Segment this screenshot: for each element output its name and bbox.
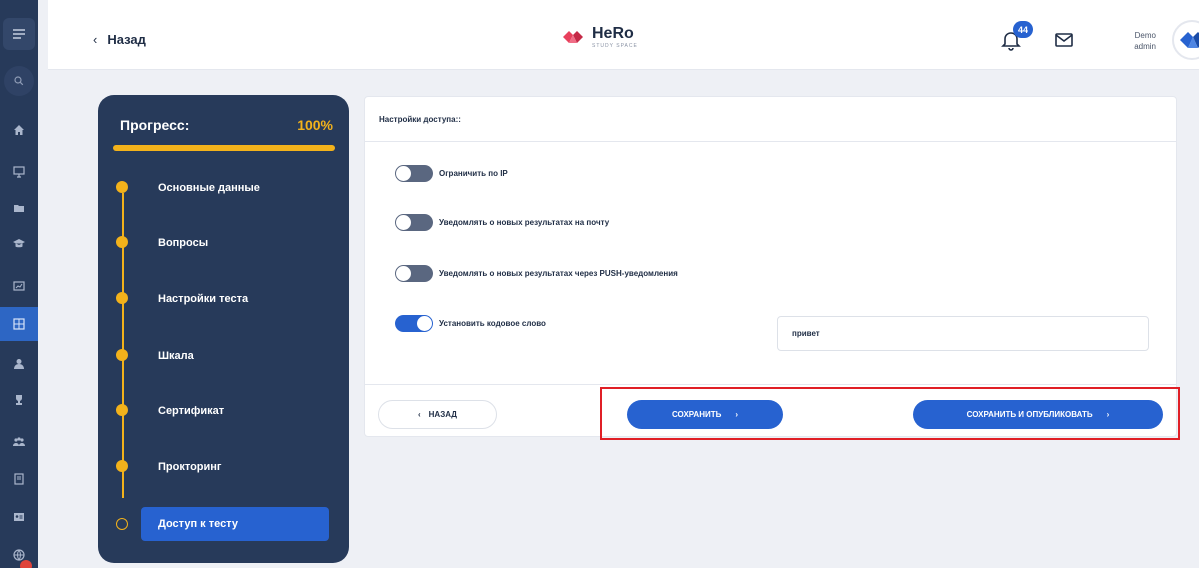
users-icon[interactable] [0,425,38,459]
chevron-left-icon: ‹ [93,32,98,47]
logo[interactable]: HeRo STUDY SPACE [560,24,638,50]
step-test-access[interactable]: Доступ к тесту [141,507,329,541]
user-name-line2: admin [1134,42,1156,51]
graduation-cap-icon[interactable] [0,227,38,261]
toggle-restrict-ip[interactable]: Ограничить по IP [395,165,508,182]
progress-bar [113,145,335,151]
step-dot-current [116,518,128,530]
divider [365,141,1176,142]
toggle-switch[interactable] [395,165,433,182]
mail-icon[interactable] [1055,33,1073,47]
step-scale[interactable]: Шкала [158,350,194,362]
monitor-icon[interactable] [0,155,38,189]
back-button-label: НАЗАД [428,410,457,419]
toggle-notify-email[interactable]: Уведомлять о новых результатах на почту [395,214,609,231]
avatar-logo-icon [1180,32,1199,48]
access-settings-card: Настройки доступа:: Ограничить по IP Уве… [364,96,1177,437]
step-dot [116,460,128,472]
card-title: Настройки доступа:: [379,115,461,124]
highlight-box [600,387,1180,440]
header-back-label: Назад [107,32,146,47]
step-proctoring[interactable]: Прокторинг [158,461,222,473]
hero-logo-icon [563,31,583,43]
user-name[interactable]: Demo admin [1126,30,1156,52]
trophy-icon[interactable] [0,383,38,417]
toggle-label: Ограничить по IP [439,169,508,178]
progress-percent: 100% [297,117,333,133]
globe-icon[interactable] [0,538,38,568]
toggle-label: Установить кодовое слово [439,319,546,328]
toggle-switch[interactable] [395,265,433,282]
id-card-icon[interactable] [0,500,38,534]
toggle-switch[interactable] [395,214,433,231]
code-word-input[interactable] [777,316,1149,351]
logo-name: HeRo [592,24,634,42]
header: ‹ Назад HeRo STUDY SPACE 44 Demo admin [48,0,1199,70]
step-dot [116,292,128,304]
logo-subtitle: STUDY SPACE [592,42,638,49]
step-questions[interactable]: Вопросы [158,237,208,249]
back-button[interactable]: ‹ НАЗАД [378,400,497,429]
step-dot [116,236,128,248]
divider [365,384,1176,385]
menu-icon[interactable] [3,18,35,50]
grid-icon[interactable] [0,307,38,341]
toggle-label: Уведомлять о новых результатах на почту [439,218,610,227]
step-dot [116,181,128,193]
step-dot [116,349,128,361]
header-back-link[interactable]: ‹ Назад [93,32,146,47]
chevron-left-icon: ‹ [417,410,421,419]
toggle-switch[interactable] [395,315,433,332]
step-test-settings[interactable]: Настройки теста [158,293,248,305]
step-dot [116,404,128,416]
home-icon[interactable] [0,113,38,147]
presentation-icon[interactable] [0,270,38,304]
step-test-access-label: Доступ к тесту [158,518,238,530]
rail-notification-dot [20,560,32,568]
toggle-label: Уведомлять о новых результатах через PUS… [439,269,678,278]
progress-panel: Прогресс: 100% Основные данные Вопросы Н… [98,95,349,563]
notification-count-badge: 44 [1013,21,1033,38]
search-icon[interactable] [4,66,34,96]
user-name-line1: Demo [1134,31,1156,40]
toggle-notify-push[interactable]: Уведомлять о новых результатах через PUS… [395,265,678,282]
folder-icon[interactable] [0,191,38,225]
left-rail [0,0,38,568]
step-certificate[interactable]: Сертификат [158,405,224,417]
avatar[interactable] [1172,20,1199,60]
toggle-code-word[interactable]: Установить кодовое слово [395,315,546,332]
user-icon[interactable] [0,347,38,381]
step-basic-data[interactable]: Основные данные [158,182,260,194]
progress-title: Прогресс: [120,117,190,133]
book-icon[interactable] [0,462,38,496]
